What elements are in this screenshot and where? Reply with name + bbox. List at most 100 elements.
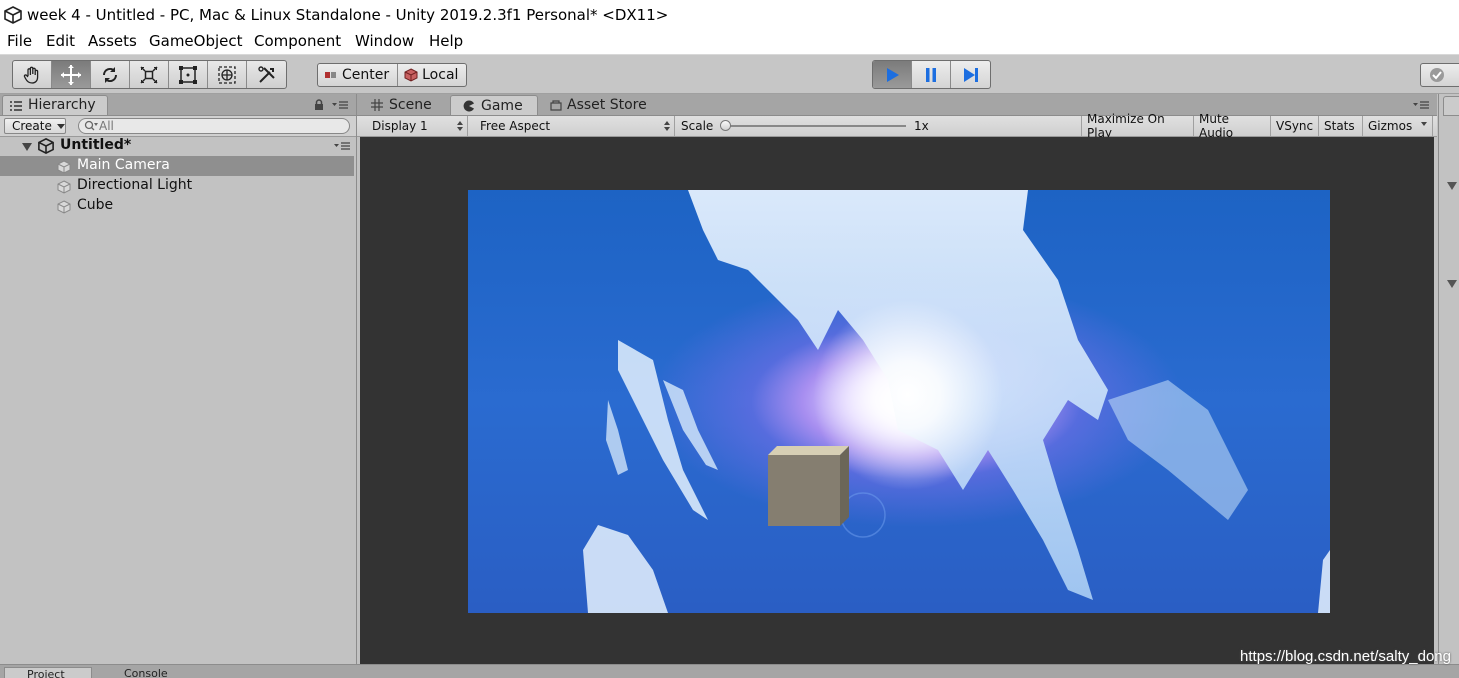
menu-component[interactable]: Component [254, 32, 341, 50]
hierarchy-panel: Hierarchy Create All Untitled* Main Came… [0, 94, 357, 664]
tab-console[interactable]: Console [108, 667, 188, 678]
play-button[interactable] [873, 61, 912, 88]
tab-game[interactable]: Game [450, 95, 538, 115]
game-view-toolbar: Display 1 Free Aspect Scale 1x Maximize … [357, 112, 1437, 140]
scale-control: Scale 1x [676, 116, 1081, 136]
gameobject-cube-icon [57, 180, 71, 194]
menu-assets[interactable]: Assets [88, 32, 137, 50]
search-placeholder: All [99, 119, 114, 133]
collapse-arrow-icon[interactable] [1447, 182, 1457, 190]
view-tab-bar: Scene Game Asset Store [357, 94, 1437, 116]
move-arrows-icon [61, 64, 81, 85]
collapse-arrow-icon[interactable] [1447, 280, 1457, 288]
bottom-panel-tabs: Project Console [0, 664, 1459, 678]
skybox-clouds [583, 190, 1330, 613]
display-dropdown[interactable]: Display 1 [367, 116, 468, 136]
rotate-tool-button[interactable] [91, 61, 130, 88]
create-label: Create [12, 119, 52, 133]
collab-button[interactable] [1420, 63, 1459, 87]
maximize-on-play-label: Maximize On Play [1087, 112, 1165, 140]
stats-label: Stats [1324, 119, 1355, 133]
check-icon [1430, 68, 1444, 82]
tab-project[interactable]: Project [4, 667, 92, 678]
scale-slider-track[interactable] [726, 125, 906, 127]
hierarchy-item-directional-light[interactable]: Directional Light [0, 176, 354, 196]
mute-audio-label: Mute Audio [1199, 112, 1234, 140]
aspect-dropdown[interactable]: Free Aspect [475, 116, 675, 136]
scale-slider-handle[interactable] [720, 120, 731, 131]
game-view-panel: Scene Game Asset Store Display 1 Free As… [357, 94, 1437, 664]
scale-tool-button[interactable] [130, 61, 169, 88]
pivot-center-button[interactable]: Center [318, 64, 399, 86]
pacman-icon [463, 100, 474, 111]
pivot-local-label: Local [422, 67, 459, 83]
watermark-text: https://blog.csdn.net/salty_dong [1240, 648, 1451, 665]
search-icon [84, 120, 98, 131]
store-icon [550, 100, 562, 111]
main-toolbar [0, 55, 1459, 94]
hierarchy-item-main-camera[interactable]: Main Camera [0, 156, 354, 176]
tab-scene[interactable]: Scene [371, 95, 451, 115]
tab-hierarchy[interactable]: Hierarchy [2, 95, 108, 115]
menu-bar: File Edit Assets GameObject Component Wi… [0, 30, 1459, 55]
lock-icon[interactable] [314, 99, 324, 111]
panel-menu-icon[interactable] [1413, 99, 1429, 111]
scale-label: Scale [681, 119, 714, 133]
menu-file[interactable]: File [7, 32, 32, 50]
step-icon [963, 67, 978, 82]
grid-icon [371, 99, 383, 111]
game-canvas[interactable] [360, 137, 1434, 664]
pause-icon [926, 67, 936, 82]
scene-row[interactable]: Untitled* [0, 136, 354, 156]
menu-edit[interactable]: Edit [46, 32, 75, 50]
menu-help[interactable]: Help [429, 32, 463, 50]
scale-value: 1x [914, 119, 929, 133]
pivot-toggles: Center Local [317, 63, 468, 87]
menu-gameobject[interactable]: GameObject [149, 32, 243, 50]
chevron-down-icon [1421, 122, 1427, 126]
pivot-center-label: Center [342, 67, 390, 83]
gameobject-cube-icon [57, 160, 71, 174]
title-bar: week 4 - Untitled - PC, Mac & Linux Stan… [0, 0, 1459, 30]
tab-scene-label: Scene [389, 97, 432, 113]
rotate-icon [102, 66, 118, 83]
move-tool-button[interactable] [52, 61, 91, 88]
expand-arrow-icon[interactable] [22, 142, 32, 152]
tools-icon [257, 65, 275, 83]
playmode-controls [872, 60, 991, 89]
cube-object [768, 446, 849, 526]
hand-tool-button[interactable] [13, 61, 52, 88]
menu-window[interactable]: Window [355, 32, 414, 50]
chevron-down-icon [57, 124, 65, 129]
inspector-panel-edge [1438, 94, 1459, 664]
unity-logo-icon [4, 6, 22, 24]
panel-menu-icon[interactable] [332, 99, 348, 111]
hierarchy-search-input[interactable]: All [78, 118, 350, 134]
gizmos-dropdown[interactable]: Gizmos [1363, 116, 1433, 136]
pivot-local-button[interactable]: Local [398, 64, 466, 86]
custom-tool-button[interactable] [247, 61, 286, 88]
rect-tool-button[interactable] [169, 61, 208, 88]
hierarchy-item-cube[interactable]: Cube [0, 196, 354, 216]
mute-audio-toggle[interactable]: Mute Audio [1194, 112, 1271, 140]
updown-arrows-icon [664, 121, 670, 131]
transform-tool-button[interactable] [208, 61, 247, 88]
scene-menu-icon[interactable] [334, 140, 350, 152]
hierarchy-item-label: Main Camera [77, 157, 170, 173]
pivot-center-icon [325, 72, 336, 78]
step-button[interactable] [951, 61, 990, 88]
tab-inspector[interactable] [1443, 96, 1459, 116]
aspect-label: Free Aspect [480, 119, 551, 133]
create-dropdown[interactable]: Create [4, 118, 66, 134]
vsync-label: VSync [1276, 119, 1314, 133]
hand-icon [23, 66, 39, 84]
vsync-toggle[interactable]: VSync [1271, 116, 1319, 136]
gizmos-label: Gizmos [1368, 119, 1413, 133]
pause-button[interactable] [912, 61, 951, 88]
display-label: Display 1 [372, 119, 428, 133]
maximize-on-play-toggle[interactable]: Maximize On Play [1081, 112, 1194, 140]
play-icon [887, 67, 899, 82]
tab-console-label: Console [124, 667, 168, 678]
tab-asset-store[interactable]: Asset Store [550, 95, 670, 115]
stats-toggle[interactable]: Stats [1319, 116, 1363, 136]
